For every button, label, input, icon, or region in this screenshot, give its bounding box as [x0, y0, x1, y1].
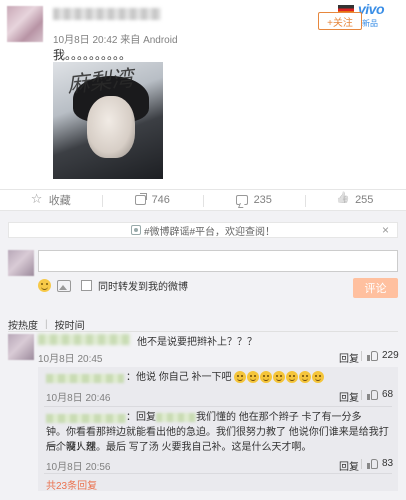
submit-comment-button[interactable]: 评论	[353, 278, 398, 298]
smile-emoji-icon	[285, 371, 298, 384]
compose-tools: 同时转发到我的微博	[38, 278, 188, 293]
smile-emoji-icon	[246, 371, 259, 384]
commenter-name[interactable]	[38, 334, 130, 345]
reply-text-line: 后。没人理。最后 写了汤 火要我自己补。这是什么天才啊。	[46, 442, 312, 453]
divider	[8, 331, 398, 332]
reply-like-button[interactable]: 68	[367, 389, 393, 400]
reply-like-count: 68	[382, 389, 394, 400]
reply-time: 10月8日 20:46	[46, 393, 111, 404]
smile-emoji-icon	[259, 371, 272, 384]
smile-emoji-icon	[272, 371, 285, 384]
comment-icon	[235, 195, 248, 205]
like-icon	[337, 194, 349, 206]
source-value: Android	[143, 35, 178, 46]
reply-like-count: 83	[382, 458, 394, 469]
smile-emoji-icon	[298, 371, 311, 384]
tag-icon	[130, 225, 141, 235]
post-image[interactable]: 麻梨湾	[53, 62, 163, 179]
divider	[44, 406, 392, 407]
repost-button[interactable]: 746	[101, 190, 204, 210]
reply-like-button[interactable]: 83	[367, 458, 393, 469]
author-avatar[interactable]	[7, 6, 43, 42]
image-face	[87, 96, 135, 158]
repost-checkbox-label[interactable]: 同时转发到我的微博	[98, 278, 188, 293]
tab-by-hot[interactable]: 按热度	[8, 317, 38, 332]
favorite-label: 收藏	[48, 195, 71, 207]
comment-count: 235	[253, 194, 272, 206]
image-upload-icon[interactable]	[57, 279, 71, 292]
smile-emoji-icon	[233, 371, 246, 384]
reply-button[interactable]: 回复	[339, 389, 359, 404]
my-avatar	[8, 250, 34, 276]
like-count: 255	[355, 194, 374, 206]
comment-text: 他不是说要把辫补上？？？	[137, 337, 257, 348]
reply-button[interactable]: 回复	[339, 458, 359, 473]
separator	[361, 459, 362, 469]
favorite-button[interactable]: 收藏	[0, 190, 102, 210]
notice-bar[interactable]: #微博辟谣#平台，欢迎查阅！ ×	[8, 222, 398, 238]
thumb-up-icon	[367, 458, 378, 469]
comment-button[interactable]: 235	[203, 190, 305, 217]
comment-like-button[interactable]: 229	[367, 350, 399, 361]
tab-by-time[interactable]: 按时间	[55, 317, 85, 332]
source-label: 来自	[120, 35, 141, 46]
tab-separator: |	[45, 319, 48, 330]
repost-count: 746	[151, 194, 170, 206]
brand-subtitle: 新品	[362, 19, 378, 28]
more-replies-link[interactable]: 共23条回复	[46, 477, 97, 492]
mention-user[interactable]	[156, 412, 196, 422]
reply-text: ：回复 我们懂的 他在那个辫子 卡了有一分多	[126, 410, 362, 425]
reply-prefix: ：回复	[126, 412, 156, 423]
close-icon[interactable]: ×	[382, 223, 389, 237]
reply-author[interactable]	[46, 414, 126, 423]
smile-emoji-icon	[311, 371, 324, 384]
comment-input[interactable]	[38, 250, 398, 272]
comment-like-count: 229	[382, 350, 399, 361]
separator	[361, 351, 362, 361]
separator	[361, 390, 362, 400]
commenter-avatar[interactable]	[8, 334, 34, 360]
thumb-up-icon	[367, 389, 378, 400]
reply-text: ：他说 你自己 补一下吧	[126, 370, 324, 385]
action-bar: 收藏 746 235 255	[0, 189, 406, 217]
like-button[interactable]: 255	[304, 190, 406, 210]
reply-list: ：他说 你自己 补一下吧 10月8日 20:46 回复 68 ：回复 我们懂的 他…	[38, 367, 398, 492]
emoji-group	[233, 371, 324, 384]
post-meta: 10月8日 20:42 来自 Android	[53, 31, 178, 46]
comment-time: 10月8日 20:45	[38, 354, 103, 365]
sort-tabs: 按热度 | 按时间	[8, 317, 85, 332]
notice-text[interactable]: #微博辟谣#平台，欢迎查阅！	[144, 223, 275, 238]
reply-time: 10月8日 20:56	[46, 462, 111, 473]
post-text: 我。。。。。。。。。。	[53, 48, 132, 62]
star-icon	[31, 191, 43, 207]
reply-body: ：他说 你自己 补一下吧	[126, 372, 232, 383]
emoji-icon[interactable]	[38, 279, 51, 292]
reply-author[interactable]	[46, 374, 124, 383]
post-time[interactable]: 10月8日 20:42	[53, 35, 118, 46]
author-name[interactable]	[53, 8, 161, 20]
share-icon	[134, 195, 146, 205]
divider	[44, 473, 392, 474]
reply-button[interactable]: 回复	[339, 350, 359, 365]
follow-button[interactable]: +关注	[318, 12, 362, 30]
post-card: vivo 新品 +关注 10月8日 20:42 来自 Android 我。。。。…	[0, 0, 406, 190]
thumb-up-icon	[367, 350, 378, 361]
comment-panel: #微博辟谣#平台，欢迎查阅！ × 同时转发到我的微博 评论 按热度 | 按时间 …	[0, 211, 406, 500]
reply-body: 我们懂的 他在那个辫子 卡了有一分多	[196, 412, 362, 423]
repost-checkbox[interactable]	[81, 280, 92, 291]
